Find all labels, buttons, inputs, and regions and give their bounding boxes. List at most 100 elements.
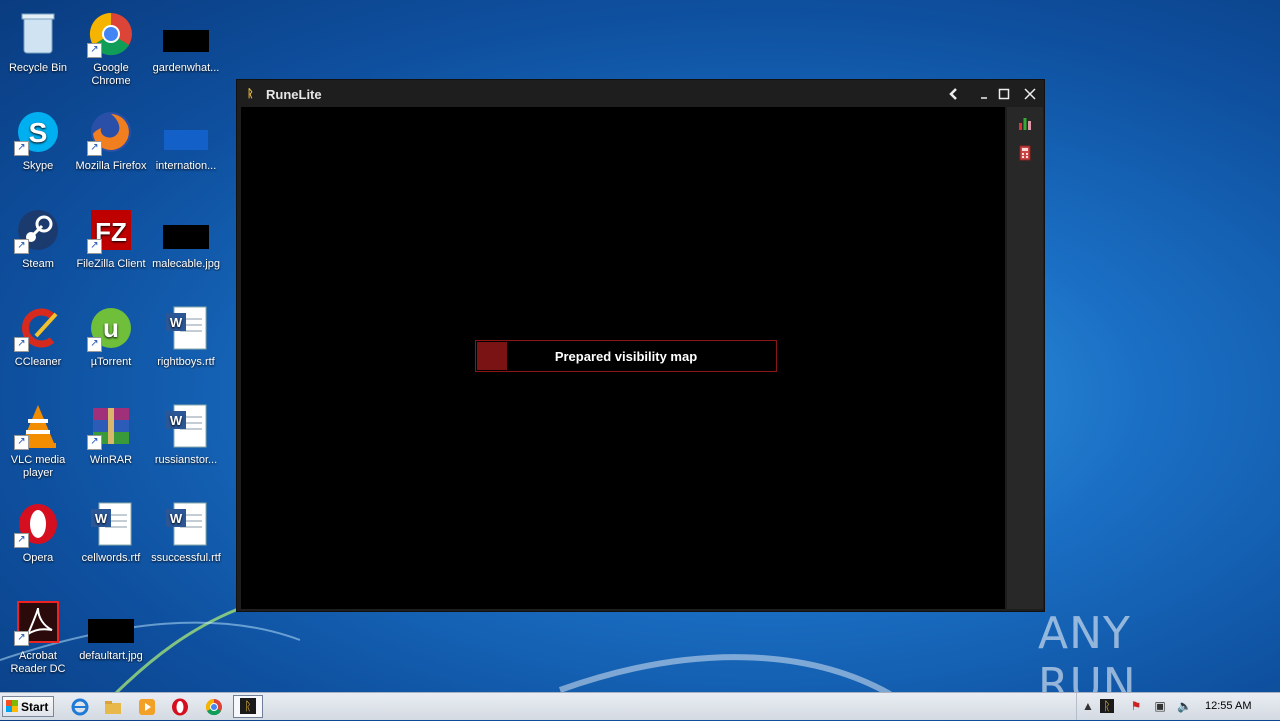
svg-text:W: W (170, 511, 183, 526)
loading-status-text: Prepared visibility map (554, 349, 698, 364)
desktop-icon-label: cellwords.rtf (81, 552, 141, 564)
desktop-icon-label: VLC media player (10, 454, 66, 479)
show-hidden-icons-icon[interactable]: ▲ (1081, 699, 1095, 713)
desktop-icon-label: Google Chrome (91, 62, 131, 87)
svg-text:W: W (170, 315, 183, 330)
taskbar-clock[interactable]: 12:55 AM (1205, 700, 1251, 712)
desktop-icon-label: gardenwhat... (152, 62, 220, 74)
shortcut-arrow-icon: ↗ (87, 435, 102, 450)
desktop-icon-label: CCleaner (14, 356, 62, 368)
desktop-icon-label: Opera (22, 552, 54, 564)
desktop-icon-malecable[interactable]: malecable.jpg (148, 206, 224, 271)
desktop-icon-winrar[interactable]: ↗ WinRAR (73, 402, 149, 467)
shortcut-arrow-icon: ↗ (87, 337, 102, 352)
image-file-icon (87, 598, 135, 646)
window-titlebar[interactable]: ᚱ RuneLite (237, 80, 1044, 108)
utorrent-icon: u ↗ (87, 304, 135, 352)
shortcut-arrow-icon: ↗ (14, 435, 29, 450)
word-document-icon: W (162, 402, 210, 450)
svg-text:W: W (170, 413, 183, 428)
desktop-icon-label: WinRAR (89, 454, 133, 466)
shortcut-arrow-icon: ↗ (14, 239, 29, 254)
desktop-icon-label: Skype (22, 160, 54, 172)
explorer-folder-icon[interactable] (104, 698, 122, 716)
desktop-icon-filezilla[interactable]: FZ ↗ FileZilla Client (73, 206, 149, 271)
runelite-logo-icon: ᚱ (247, 88, 254, 100)
close-icon[interactable] (1022, 86, 1038, 102)
internet-explorer-icon[interactable] (71, 698, 89, 716)
desktop-icon-label: FileZilla Client (76, 258, 146, 270)
acrobat-icon: ↗ (14, 598, 62, 646)
chrome-taskbar-icon[interactable] (205, 698, 223, 716)
media-player-icon[interactable] (138, 698, 156, 716)
minimize-icon[interactable] (976, 86, 992, 102)
word-document-icon: W (162, 304, 210, 352)
loading-bar: Prepared visibility map (475, 340, 777, 372)
bar-chart-icon[interactable] (1017, 115, 1033, 131)
desktop-icon-russianstor[interactable]: W russianstor... (148, 402, 224, 467)
desktop-icon-label: defaultart.jpg (79, 650, 143, 662)
runelite-tray-icon[interactable]: ᚱ (1100, 699, 1114, 713)
desktop-icon-label: Acrobat Reader DC (10, 650, 66, 675)
shortcut-arrow-icon: ↗ (87, 141, 102, 156)
network-icon[interactable]: ▣ (1153, 699, 1167, 713)
desktop-icon-cellwords[interactable]: W cellwords.rtf (73, 500, 149, 565)
firefox-icon: ↗ (87, 108, 135, 156)
desktop-icon-firefox[interactable]: ↗ Mozilla Firefox (73, 108, 149, 173)
desktop-icon-internation[interactable]: internation... (148, 108, 224, 173)
filezilla-icon: FZ ↗ (87, 206, 135, 254)
desktop-icon-ccleaner[interactable]: ↗ CCleaner (0, 304, 76, 369)
svg-text:W: W (95, 511, 108, 526)
desktop-icon-utorrent[interactable]: u ↗ µTorrent (73, 304, 149, 369)
shortcut-arrow-icon: ↗ (14, 337, 29, 352)
window-title: RuneLite (266, 87, 322, 102)
desktop-icon-label: rightboys.rtf (157, 356, 215, 368)
opera-taskbar-icon[interactable] (171, 698, 189, 716)
plugin-sidebar (1007, 107, 1043, 609)
word-document-icon: W (87, 500, 135, 548)
action-center-flag-icon[interactable]: ⚑ (1129, 699, 1143, 713)
game-canvas[interactable]: Prepared visibility map (241, 107, 1005, 609)
anyrun-watermark: ANY RUN (1038, 608, 1238, 710)
calculator-icon[interactable] (1017, 145, 1033, 161)
steam-icon: ↗ (14, 206, 62, 254)
desktop-icon-ssuccessful[interactable]: W ssuccessful.rtf (148, 500, 224, 565)
desktop-icon-opera[interactable]: ↗ Opera (0, 500, 76, 565)
desktop-icon-gardenwhat[interactable]: gardenwhat... (148, 10, 224, 75)
svg-text:S: S (29, 117, 48, 148)
taskbar-runelite-button[interactable]: ᚱ (233, 695, 263, 718)
desktop-icon-skype[interactable]: S ↗ Skype (0, 108, 76, 173)
shortcut-arrow-icon: ↗ (14, 141, 29, 156)
runelite-taskbar-icon: ᚱ (240, 698, 256, 714)
image-file-icon (162, 108, 210, 156)
desktop-icon-vlc[interactable]: ↗ VLC media player (0, 402, 76, 480)
desktop-icon-label: russianstor... (154, 454, 218, 466)
desktop-icon-chrome[interactable]: ↗ Google Chrome (73, 10, 149, 88)
desktop-icon-label: Mozilla Firefox (75, 160, 147, 172)
start-button[interactable]: Start (2, 696, 54, 717)
windows-flag-icon (6, 700, 18, 712)
winrar-icon: ↗ (87, 402, 135, 450)
runelite-window: ᚱ RuneLite Prepared visibility map (236, 79, 1045, 612)
image-file-icon (162, 10, 210, 58)
desktop-icon-label: malecable.jpg (152, 258, 220, 270)
desktop-icon-defaultart[interactable]: defaultart.jpg (73, 598, 149, 663)
recycle-bin-icon (14, 10, 62, 58)
desktop-icon-label: Recycle Bin (8, 62, 68, 74)
word-document-icon: W (162, 500, 210, 548)
skype-icon: S ↗ (14, 108, 62, 156)
desktop-icon-rightboys[interactable]: W rightboys.rtf (148, 304, 224, 369)
opera-icon: ↗ (14, 500, 62, 548)
desktop-icon-label: Steam (22, 258, 54, 270)
chrome-icon: ↗ (87, 10, 135, 58)
desktop-icon-acrobat[interactable]: ↗ Acrobat Reader DC (0, 598, 76, 676)
maximize-icon[interactable] (996, 86, 1012, 102)
back-icon[interactable] (946, 86, 962, 102)
desktop-icon-recycle-bin[interactable]: Recycle Bin (0, 10, 76, 75)
volume-icon[interactable]: 🔈 (1177, 699, 1192, 713)
shortcut-arrow-icon: ↗ (87, 239, 102, 254)
desktop-icon-steam[interactable]: ↗ Steam (0, 206, 76, 271)
ccleaner-icon: ↗ (14, 304, 62, 352)
shortcut-arrow-icon: ↗ (14, 533, 29, 548)
taskbar: Start ᚱ ▲ ᚱ ⚑ ▣ 🔈 12:55 AM (0, 692, 1280, 720)
